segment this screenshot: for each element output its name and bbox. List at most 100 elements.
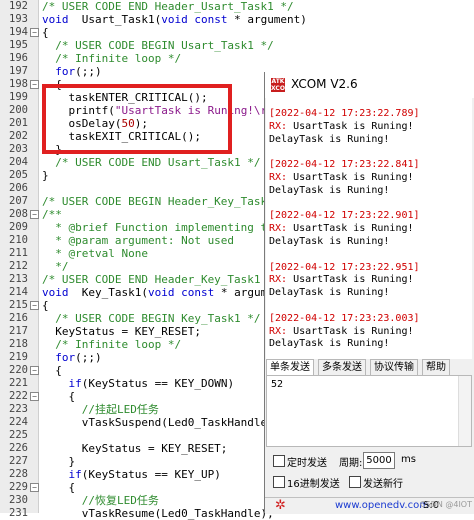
code-line: 196 /* Infinite loop */ (0, 52, 474, 65)
line-number: 219 (9, 351, 28, 363)
line-number: 212 (9, 260, 28, 272)
code-token: //挂起LED任务 (81, 403, 159, 416)
line-number: 222 (9, 390, 28, 402)
code-text: */ (42, 260, 68, 273)
code-text: /* Infinite loop */ (42, 338, 181, 351)
receive-line: [2022-04-12 17:23:22.841] (269, 159, 420, 171)
line-number: 215 (9, 299, 28, 311)
line-number: 207 (9, 195, 28, 207)
code-token: void const (147, 286, 215, 299)
code-token: Key_Task1( (68, 286, 148, 299)
newline-label: 发送新行 (363, 479, 403, 490)
rx-tag: RX: (269, 172, 288, 183)
receive-line: RX: UsartTask is Runing! (269, 326, 414, 338)
line-number: 210 (9, 234, 28, 246)
timestamp: [2022-04-12 17:23:22.951] (269, 261, 420, 273)
hex-send-checkbox[interactable] (273, 476, 285, 488)
receive-line: RX: UsartTask is Runing! (269, 121, 414, 133)
rx-tag: RX: (269, 325, 288, 337)
line-number: 205 (9, 169, 28, 181)
line-number: 211 (9, 247, 28, 259)
code-token: * @retval None (42, 247, 148, 260)
line-number: 224 (9, 416, 28, 428)
line-number: 221 (9, 377, 28, 389)
line-number: 197 (9, 65, 28, 77)
code-token: /* USER CODE END Usart_Task1 */ (55, 156, 261, 169)
receive-line: RX: UsartTask is Runing! (269, 172, 414, 184)
receive-line: [2022-04-12 17:23:22.951] (269, 262, 420, 274)
receive-line: [2022-04-12 17:23:22.901] (269, 210, 420, 222)
code-token: Usart_Task1( (68, 13, 162, 26)
code-token: void const (161, 13, 228, 26)
tab-help[interactable]: 帮助 (422, 359, 450, 375)
fold-toggle-icon[interactable]: − (30, 80, 39, 89)
code-token: } (42, 455, 76, 468)
fold-toggle-icon[interactable]: − (30, 301, 39, 310)
code-token: KeyStatus = KEY_RESET; (42, 442, 228, 455)
line-number: 230 (9, 494, 28, 506)
receive-line: DelayTask is Runing! (269, 185, 389, 197)
timestamp: [2022-04-12 17:23:23.003] (269, 312, 420, 324)
code-token: /* USER CODE END Header_Usart_Task1 */ (42, 0, 294, 13)
watermark: CSDN @4IOT (420, 500, 472, 509)
code-token: /* Infinite loop */ (55, 338, 182, 351)
tab-single-send[interactable]: 单条发送 (266, 359, 314, 375)
code-line: 193 void Usart_Task1(void const * argumen… (0, 13, 474, 26)
line-number: 201 (9, 117, 28, 129)
send-scrollbar[interactable] (458, 376, 471, 446)
code-text: /** (42, 208, 62, 221)
line-number: 209 (9, 221, 28, 233)
code-text: if(KeyStatus == KEY_DOWN) (42, 377, 235, 390)
tab-protocol[interactable]: 协议传输 (370, 359, 418, 375)
code-text: } (42, 169, 49, 182)
line-number: 223 (9, 403, 28, 415)
line-number: 226 (9, 442, 28, 454)
code-line: 194−{ (0, 26, 474, 39)
send-tabs: 单条发送 多条发送 协议传输 帮助 (266, 359, 472, 375)
code-token: /* USER CODE BEGIN Header_Key_Task1 */ (42, 195, 294, 208)
fold-toggle-icon[interactable]: − (30, 210, 39, 219)
code-token: { (42, 364, 62, 377)
xcom-titlebar[interactable]: ATK XCOM XCOM V2.6 (265, 72, 474, 98)
timed-send-row: 定时发送 周期: 5000 ms (265, 452, 474, 470)
code-text: { (42, 299, 49, 312)
code-text: if(KeyStatus == KEY_UP) (42, 468, 221, 481)
gear-icon[interactable]: ✲ (275, 498, 286, 514)
period-label: 周期: (339, 458, 363, 469)
send-input[interactable]: 52 (266, 375, 472, 447)
receive-line: RX: UsartTask is Runing! (269, 274, 414, 286)
code-line: 192 /* USER CODE END Header_Usart_Task1 *… (0, 0, 474, 13)
options-row: 16进制发送 发送新行 (265, 473, 474, 491)
hex-send-label: 16进制发送 (287, 479, 340, 490)
code-text: { (42, 481, 75, 494)
line-number: 198 (9, 78, 28, 90)
line-number: 213 (9, 273, 28, 285)
code-token: if (68, 468, 82, 481)
code-token: /* USER CODE BEGIN Usart_Task1 */ (55, 39, 274, 52)
fold-toggle-icon[interactable]: − (30, 392, 39, 401)
line-number: 225 (9, 429, 28, 441)
line-number: 204 (9, 156, 28, 168)
code-line: 195 /* USER CODE BEGIN Usart_Task1 */ (0, 39, 474, 52)
tab-multi-send[interactable]: 多条发送 (318, 359, 366, 375)
line-number: 200 (9, 104, 28, 116)
website-link[interactable]: www.openedv.com (335, 500, 429, 511)
code-token: KeyStatus = KEY_RESET; (42, 325, 201, 338)
window-title: XCOM V2.6 (291, 77, 358, 91)
fold-toggle-icon[interactable]: − (30, 28, 39, 37)
newline-checkbox[interactable] (349, 476, 361, 488)
code-token: vTaskSuspend(Led0_TaskHandle) (42, 416, 274, 429)
code-text: { (42, 390, 75, 403)
fold-toggle-icon[interactable]: − (30, 366, 39, 375)
code-token: /** (42, 208, 62, 221)
timed-send-checkbox[interactable] (273, 455, 285, 467)
xcom-window[interactable]: ATK XCOM XCOM V2.6 [2022-04-12 17:23:22.… (264, 72, 474, 514)
fold-toggle-icon[interactable]: − (30, 483, 39, 492)
period-input[interactable]: 5000 (363, 452, 395, 469)
